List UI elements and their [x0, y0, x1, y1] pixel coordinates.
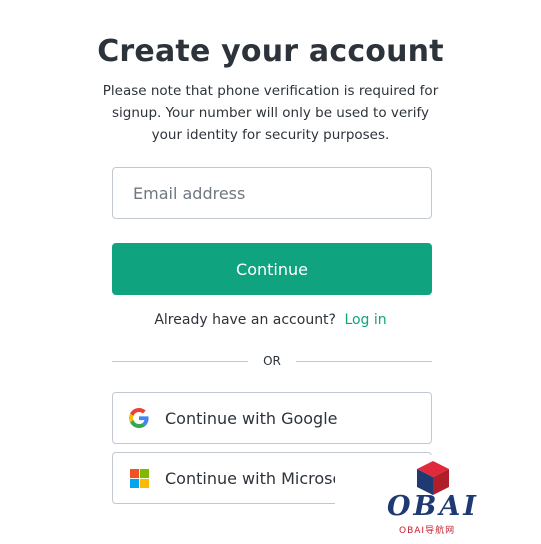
google-button-label: Continue with Google: [165, 408, 338, 428]
watermark-tagline: OBAI导航网: [399, 526, 456, 536]
microsoft-icon: [129, 468, 149, 488]
watermark-logo: OBAI OBAI导航网: [335, 455, 541, 544]
page-subtitle: Please note that phone verification is r…: [102, 83, 439, 143]
watermark-brand: OBAI: [387, 491, 479, 522]
login-link[interactable]: Log in: [344, 312, 386, 328]
email-field[interactable]: [112, 167, 432, 219]
google-icon: [129, 408, 149, 428]
continue-button[interactable]: Continue: [112, 243, 432, 295]
page-title: Create your account: [97, 34, 444, 69]
email-input[interactable]: [113, 168, 431, 218]
divider-line-right: [295, 360, 433, 362]
divider-label: OR: [263, 354, 281, 368]
microsoft-button-label: Continue with Microsof: [165, 468, 348, 488]
login-prompt: Already have an account?: [154, 312, 336, 328]
login-row: Already have an account? Log in: [0, 312, 541, 328]
or-divider: OR: [112, 352, 433, 370]
continue-with-google-button[interactable]: Continue with Google: [112, 392, 432, 444]
divider-line-left: [112, 360, 249, 362]
